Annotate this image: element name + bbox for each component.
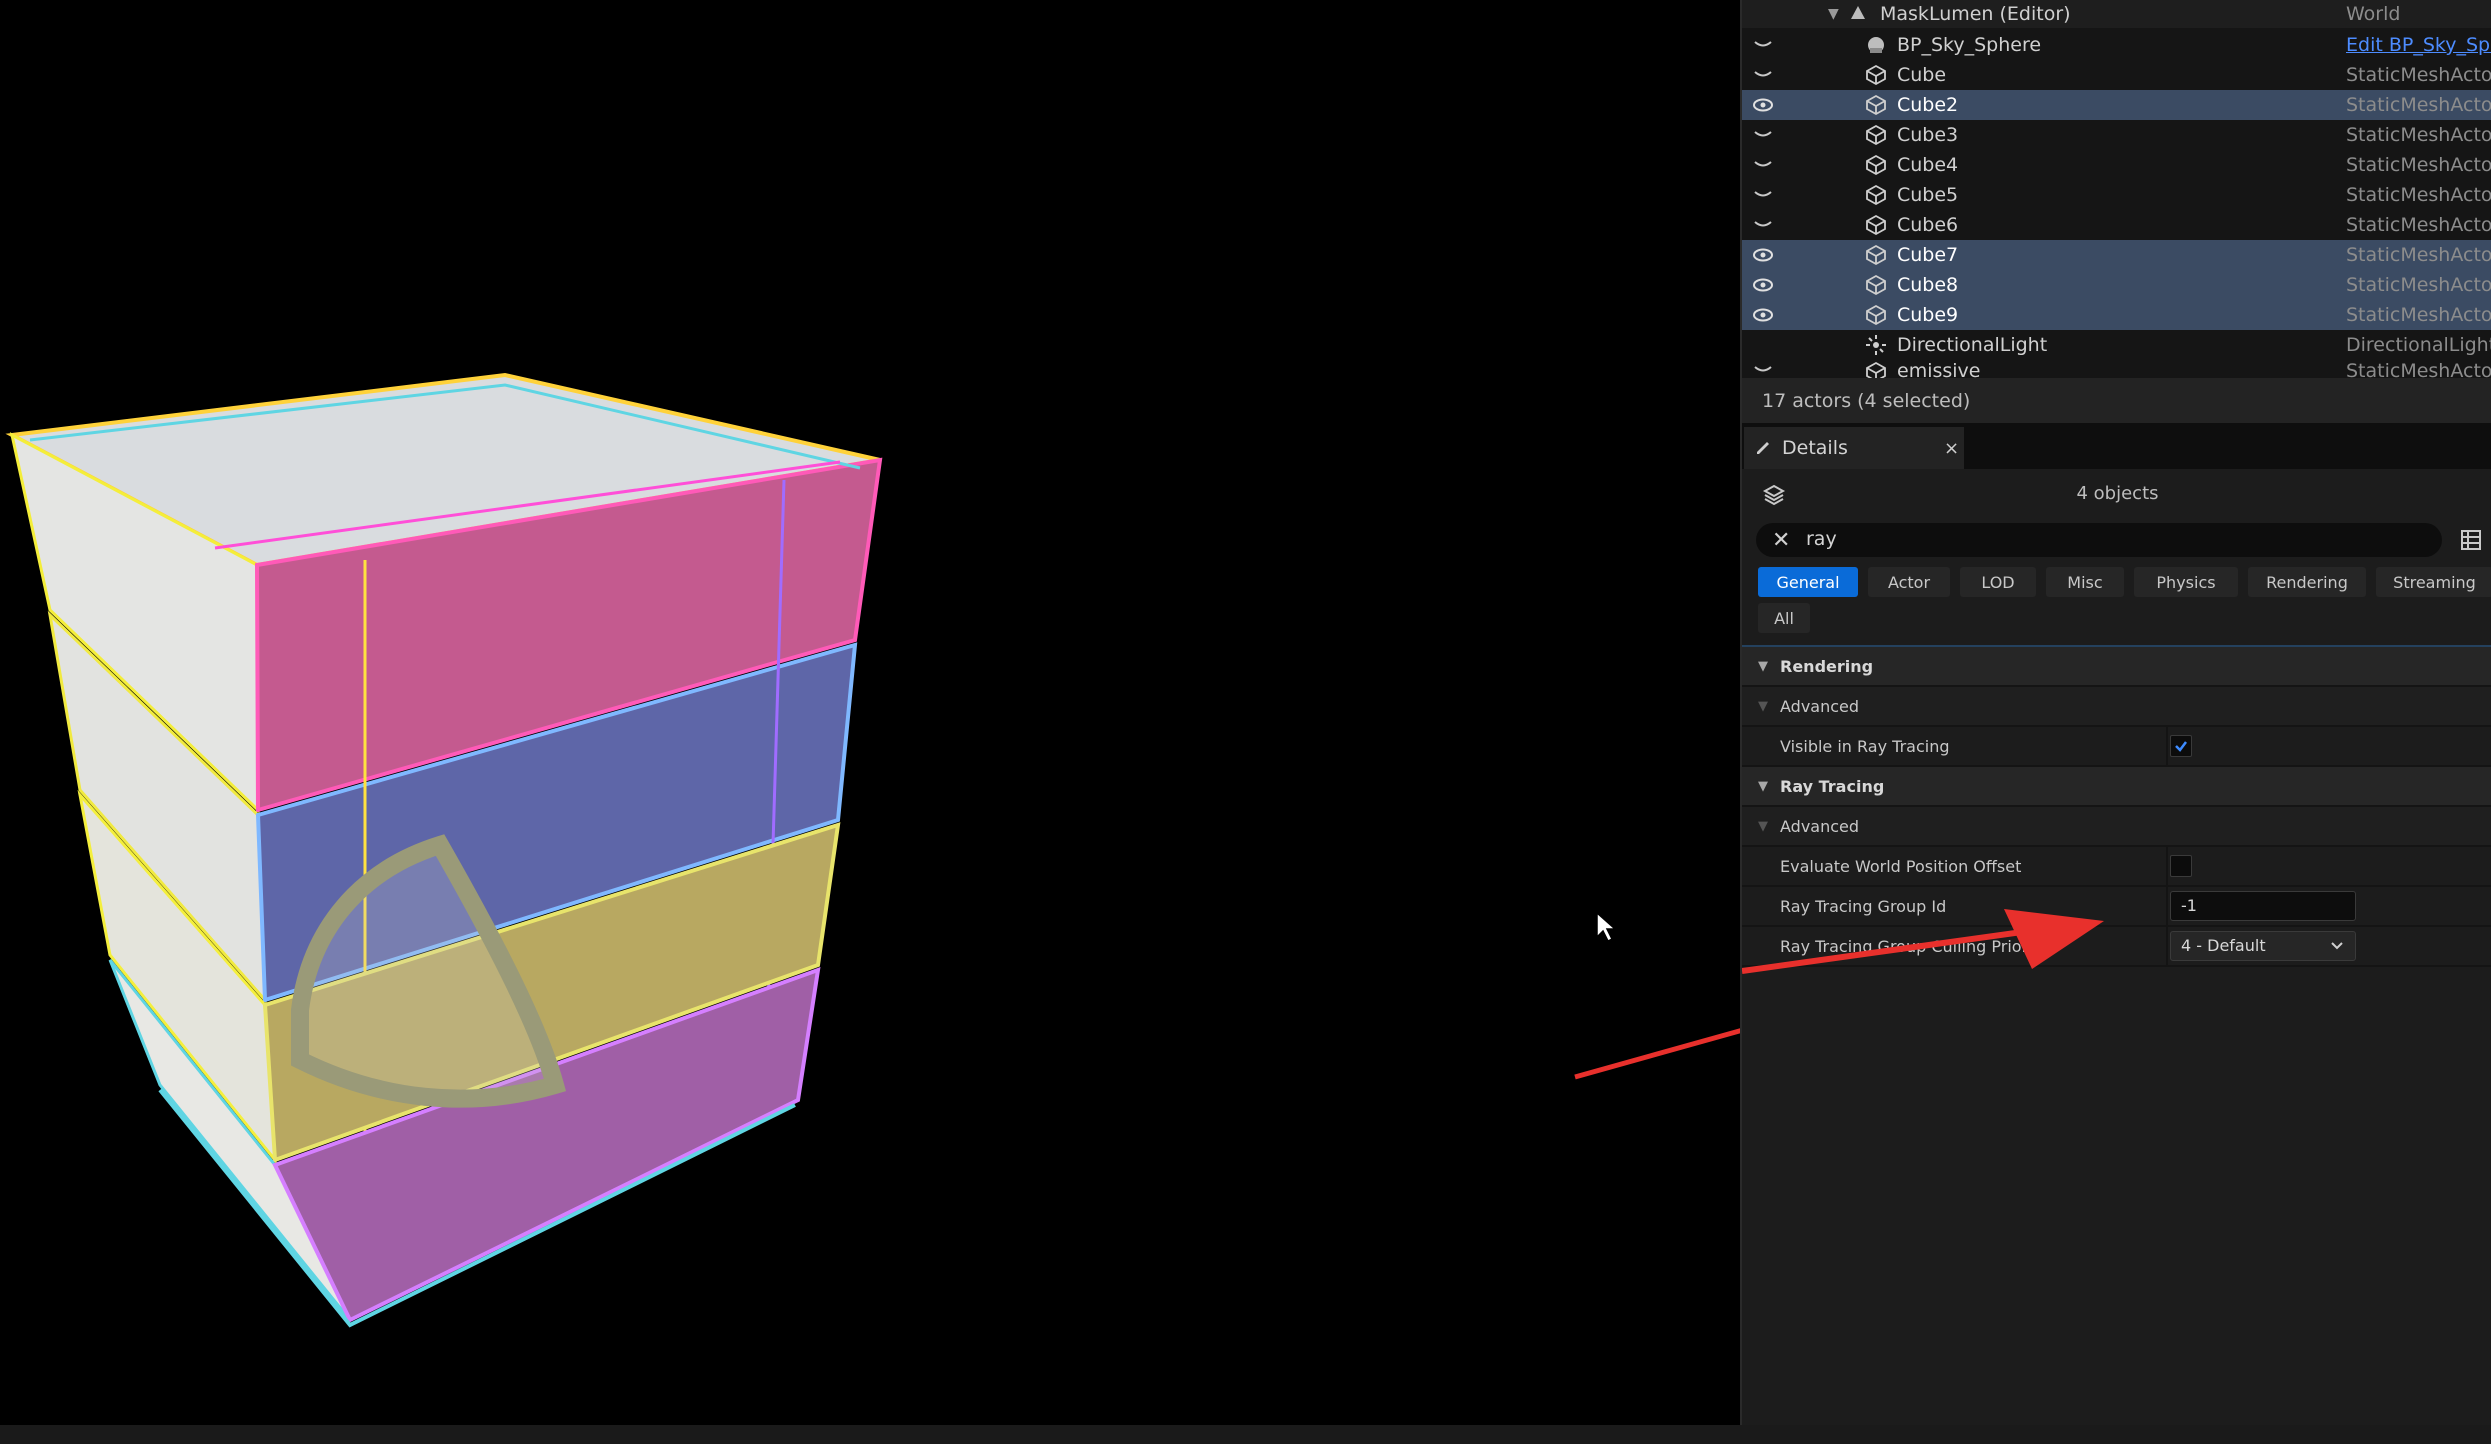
directional-light-icon [1864,333,1888,357]
details-tab-bar: Details × [1742,423,2491,469]
viewport-scene [5,372,1740,1328]
annotation-arrow-head [1742,909,2104,974]
eye-closed-icon[interactable] [1750,35,1776,55]
outliner-row-type: StaticMeshActor [2346,244,2491,266]
outliner-row[interactable]: Cube StaticMeshActor [1742,60,2491,90]
actor-count-label: 17 actors (4 selected) [1762,389,1971,412]
outliner-row[interactable]: BP_Sky_Sphere Edit BP_Sky_Sph [1742,30,2491,60]
sky-sphere-icon [1864,33,1888,57]
outliner-row-type: StaticMeshActor [2346,64,2491,86]
outliner-row-name: Cube9 [1897,304,1959,326]
static-mesh-icon [1864,153,1888,177]
eye-closed-icon[interactable] [1750,125,1776,145]
outliner-row-name: emissive [1897,360,1981,378]
eye-icon[interactable] [1750,305,1776,325]
eye-closed-icon[interactable] [1750,215,1776,235]
outliner-root-name: MaskLumen (Editor) [1880,3,2071,25]
static-mesh-icon [1864,63,1888,87]
eye-icon[interactable] [1750,275,1776,295]
details-tab-label: Details [1782,437,1848,459]
outliner-row-name: Cube4 [1897,154,1959,176]
outliner-row-name: Cube8 [1897,274,1959,296]
eye-closed-icon[interactable] [1750,360,1776,378]
right-panel: ▼ MaskLumen (Editor) World BP_Sky_Sphere… [1740,0,2491,1425]
eye-closed-icon[interactable] [1750,65,1776,85]
outliner-row-name: Cube3 [1897,124,1959,146]
outliner-row[interactable]: DirectionalLight DirectionalLight [1742,330,2491,360]
outliner-row[interactable]: Cube7 StaticMeshActor [1742,240,2491,270]
outliner-row-name: BP_Sky_Sphere [1897,34,2042,56]
static-mesh-icon [1864,243,1888,267]
outliner-row-type: StaticMeshActor [2346,94,2491,116]
static-mesh-icon [1864,303,1888,327]
eye-icon[interactable] [1750,245,1776,265]
outliner-root-type: World [2346,3,2401,25]
world-icon [1848,2,1868,27]
static-mesh-icon [1864,123,1888,147]
outliner-row[interactable]: Cube8 StaticMeshActor [1742,270,2491,300]
outliner-row-type: StaticMeshActor [2346,360,2491,378]
outliner-row[interactable]: Cube5 StaticMeshActor [1742,180,2491,210]
outliner-row[interactable]: emissive StaticMeshActor [1742,360,2491,378]
annotation-arrow [1574,1028,1740,1080]
outliner-row-type: StaticMeshActor [2346,124,2491,146]
tab-details[interactable]: Details × [1744,427,1964,469]
outliner-row-type: StaticMeshActor [2346,154,2491,176]
static-mesh-icon [1864,360,1888,378]
details-panel: 4 objects ✕ ray General Actor LOD Misc P… [1742,469,2491,1425]
outliner-row-name: Cube6 [1897,214,1959,236]
outliner-root-row[interactable]: ▼ MaskLumen (Editor) World [1742,0,2491,28]
outliner-row-name: Cube2 [1897,94,1959,116]
outliner-row[interactable]: Cube4 StaticMeshActor [1742,150,2491,180]
outliner-row-name: DirectionalLight [1897,334,2048,356]
outliner-row-type: StaticMeshActor [2346,184,2491,206]
eye-closed-icon[interactable] [1750,155,1776,175]
edit-blueprint-link[interactable]: Edit BP_Sky_Sph [2346,34,2491,56]
eye-closed-icon[interactable] [1750,185,1776,205]
level-viewport[interactable] [0,0,1740,1425]
static-mesh-icon [1864,183,1888,207]
outliner-row[interactable]: Cube3 StaticMeshActor [1742,120,2491,150]
eye-hidden-slot[interactable] [1750,335,1776,355]
outliner-row-name: Cube7 [1897,244,1959,266]
outliner-row[interactable]: Cube6 StaticMeshActor [1742,210,2491,240]
outliner-row-type: DirectionalLight [2346,334,2491,356]
eye-icon[interactable] [1750,95,1776,115]
status-bar [0,1425,2491,1444]
outliner-row-type: StaticMeshActor [2346,214,2491,236]
outliner-row-type: StaticMeshActor [2346,304,2491,326]
chevron-down-icon[interactable]: ▼ [1828,6,1839,22]
static-mesh-icon [1864,213,1888,237]
outliner-row-type: StaticMeshActor [2346,274,2491,296]
close-icon[interactable]: × [1944,438,1959,459]
outliner-row-name: Cube [1897,64,1947,86]
static-mesh-icon [1864,273,1888,297]
outliner-row[interactable]: Cube9 StaticMeshActor [1742,300,2491,330]
pencil-icon [1754,437,1774,461]
outliner-row-name: Cube5 [1897,184,1959,206]
static-mesh-icon [1864,93,1888,117]
outliner-footer: 17 actors (4 selected) [1742,378,2491,423]
outliner-row[interactable]: Cube2 StaticMeshActor [1742,90,2491,120]
